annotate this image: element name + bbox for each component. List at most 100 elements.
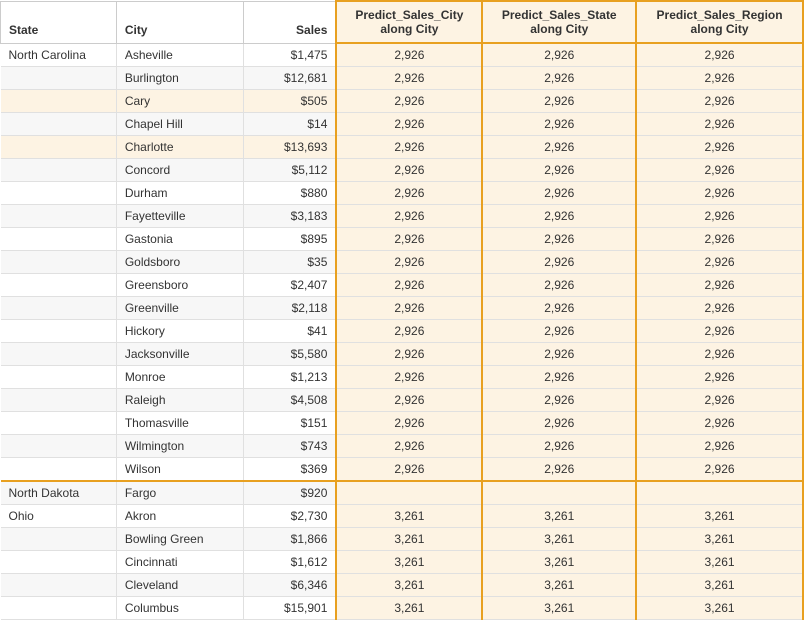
predict-city-cell: 2,926 xyxy=(336,389,482,412)
predict-state-cell: 2,926 xyxy=(482,343,636,366)
city-cell: Bowling Green xyxy=(116,528,243,551)
predict-city-cell: 3,261 xyxy=(336,528,482,551)
state-cell xyxy=(1,251,117,274)
predict-city-cell: 2,926 xyxy=(336,251,482,274)
city-cell: Cleveland xyxy=(116,574,243,597)
sales-cell: $3,183 xyxy=(244,205,337,228)
predict-state-cell: 3,261 xyxy=(482,505,636,528)
predict-region-cell: 2,926 xyxy=(636,274,803,297)
state-cell xyxy=(1,228,117,251)
city-cell: Columbus xyxy=(116,597,243,620)
predict-region-cell: 2,926 xyxy=(636,182,803,205)
main-table-container: State City Sales Predict_Sales_Cityalong… xyxy=(0,0,804,620)
predict-city-cell: 2,926 xyxy=(336,205,482,228)
state-cell xyxy=(1,528,117,551)
predict-region-cell: 3,261 xyxy=(636,574,803,597)
state-cell xyxy=(1,67,117,90)
predict-city-cell: 2,926 xyxy=(336,228,482,251)
state-cell: Ohio xyxy=(1,505,117,528)
sales-cell: $14 xyxy=(244,113,337,136)
predict-state-cell: 2,926 xyxy=(482,389,636,412)
state-cell xyxy=(1,182,117,205)
city-cell: Durham xyxy=(116,182,243,205)
state-cell xyxy=(1,297,117,320)
city-cell: Fayetteville xyxy=(116,205,243,228)
table-row: Chapel Hill$142,9262,9262,926 xyxy=(1,113,804,136)
predict-region-cell: 2,926 xyxy=(636,297,803,320)
table-row: Columbus$15,9013,2613,2613,261 xyxy=(1,597,804,620)
predict-city-cell xyxy=(336,481,482,505)
predict-city-cell: 2,926 xyxy=(336,43,482,67)
table-row: Cary$5052,9262,9262,926 xyxy=(1,90,804,113)
city-cell: Fargo xyxy=(116,481,243,505)
city-cell: Chapel Hill xyxy=(116,113,243,136)
predict-state-cell: 2,926 xyxy=(482,320,636,343)
table-row: Durham$8802,9262,9262,926 xyxy=(1,182,804,205)
state-cell xyxy=(1,205,117,228)
predict-state-cell: 2,926 xyxy=(482,458,636,482)
predict-region-cell: 2,926 xyxy=(636,90,803,113)
city-cell: Wilmington xyxy=(116,435,243,458)
state-header: State xyxy=(1,1,117,43)
predict-city-cell: 2,926 xyxy=(336,458,482,482)
sales-cell: $35 xyxy=(244,251,337,274)
city-cell: Charlotte xyxy=(116,136,243,159)
city-cell: Monroe xyxy=(116,366,243,389)
predict-city-cell: 2,926 xyxy=(336,412,482,435)
predict-state-cell: 3,261 xyxy=(482,597,636,620)
table-row: North DakotaFargo$920 xyxy=(1,481,804,505)
table-row: Cleveland$6,3463,2613,2613,261 xyxy=(1,574,804,597)
predict-city-cell: 2,926 xyxy=(336,182,482,205)
predict-city-cell: 2,926 xyxy=(336,274,482,297)
sales-cell: $151 xyxy=(244,412,337,435)
predict-state-cell: 2,926 xyxy=(482,366,636,389)
predict-state-cell: 2,926 xyxy=(482,67,636,90)
table-row: Thomasville$1512,9262,9262,926 xyxy=(1,412,804,435)
predict-city-cell: 2,926 xyxy=(336,159,482,182)
state-cell xyxy=(1,435,117,458)
state-cell xyxy=(1,320,117,343)
predict-city-cell: 2,926 xyxy=(336,297,482,320)
state-cell xyxy=(1,136,117,159)
sales-cell: $2,407 xyxy=(244,274,337,297)
predict-state-cell: 3,261 xyxy=(482,528,636,551)
sales-cell: $1,866 xyxy=(244,528,337,551)
state-cell xyxy=(1,412,117,435)
predict-region-cell: 2,926 xyxy=(636,435,803,458)
state-cell xyxy=(1,551,117,574)
predict-region-cell: 2,926 xyxy=(636,136,803,159)
sales-cell: $13,693 xyxy=(244,136,337,159)
state-cell: North Carolina xyxy=(1,43,117,67)
sales-cell: $12,681 xyxy=(244,67,337,90)
table-row: North CarolinaAsheville$1,4752,9262,9262… xyxy=(1,43,804,67)
city-cell: Thomasville xyxy=(116,412,243,435)
table-row: Charlotte$13,6932,9262,9262,926 xyxy=(1,136,804,159)
state-cell xyxy=(1,366,117,389)
predict-state-cell: 2,926 xyxy=(482,136,636,159)
sales-table: State City Sales Predict_Sales_Cityalong… xyxy=(0,0,804,620)
predict-state-cell: 2,926 xyxy=(482,90,636,113)
table-row: Greenville$2,1182,9262,9262,926 xyxy=(1,297,804,320)
predict-city-cell: 2,926 xyxy=(336,113,482,136)
predict-city-cell: 2,926 xyxy=(336,67,482,90)
predict-region-cell: 2,926 xyxy=(636,366,803,389)
table-row: OhioAkron$2,7303,2613,2613,261 xyxy=(1,505,804,528)
table-row: Greensboro$2,4072,9262,9262,926 xyxy=(1,274,804,297)
state-cell xyxy=(1,274,117,297)
sales-header: Sales xyxy=(244,1,337,43)
predict-region-cell: 2,926 xyxy=(636,43,803,67)
sales-cell: $369 xyxy=(244,458,337,482)
predict-region-cell: 2,926 xyxy=(636,412,803,435)
city-cell: Concord xyxy=(116,159,243,182)
table-row: Wilson$3692,9262,9262,926 xyxy=(1,458,804,482)
predict-state-cell: 2,926 xyxy=(482,205,636,228)
table-row: Raleigh$4,5082,9262,9262,926 xyxy=(1,389,804,412)
table-row: Concord$5,1122,9262,9262,926 xyxy=(1,159,804,182)
state-cell xyxy=(1,159,117,182)
table-row: Goldsboro$352,9262,9262,926 xyxy=(1,251,804,274)
header-row: State City Sales Predict_Sales_Cityalong… xyxy=(1,1,804,43)
predict-state-header: Predict_Sales_Statealong City xyxy=(482,1,636,43)
sales-cell: $41 xyxy=(244,320,337,343)
predict-city-cell: 3,261 xyxy=(336,597,482,620)
predict-city-cell: 2,926 xyxy=(336,320,482,343)
